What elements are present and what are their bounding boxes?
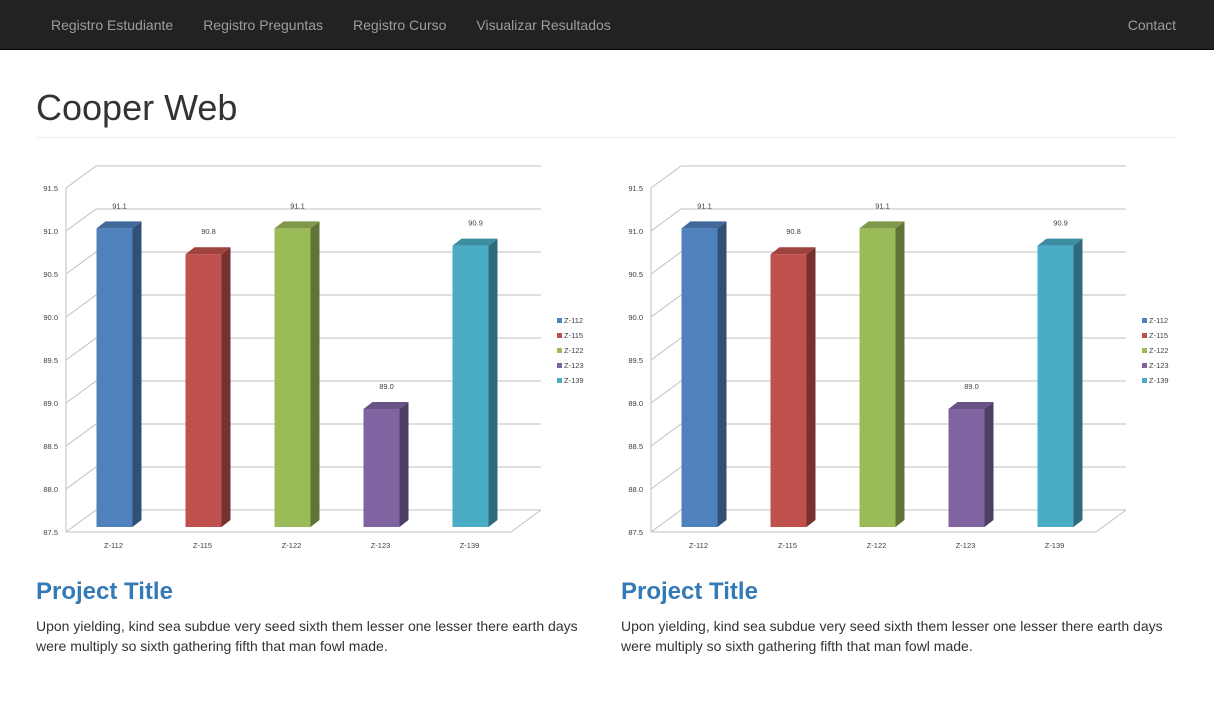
legend-label: Z-139: [564, 376, 584, 385]
x-tick-label: Z-112: [689, 541, 708, 550]
bar-z-122: [859, 221, 905, 527]
x-tick-label: Z-115: [193, 541, 212, 550]
main-container: Cooper Web 87.5 88.0 88.5 89.0 89.5 90.0 90.5 9…: [36, 50, 1176, 654]
chart-legend: Z-112 Z-115 Z-122 Z-123 Z-139: [1142, 316, 1169, 385]
y-tick-label: 89.0: [628, 399, 643, 408]
bar-value-label: 91.1: [875, 201, 890, 210]
floor-edge: [510, 509, 542, 533]
x-tick-label: Z-139: [1045, 541, 1065, 550]
project-description: Upon yielding, kind sea subdue very seed…: [621, 618, 1163, 655]
bar-value-label: 91.1: [112, 201, 127, 210]
nav-item-registro-preguntas[interactable]: Registro Preguntas: [188, 0, 338, 50]
nav-menu: Registro Estudiante Registro Preguntas R…: [36, 0, 626, 50]
legend-label: Z-122: [564, 346, 584, 355]
bar-value-label: 89.0: [379, 382, 394, 391]
nav-item-registro-curso[interactable]: Registro Curso: [338, 0, 461, 50]
x-tick-label: Z-122: [867, 541, 887, 550]
y-tick-label: 90.5: [43, 270, 58, 279]
y-tick-label: 91.0: [43, 227, 58, 236]
bar-chart-2: 87.5 88.0 88.5 89.0 89.5 90.0 90.5 91.0 91.5 91.1…: [628, 165, 1169, 550]
bar-z-112: [681, 221, 727, 527]
legend-swatch: [557, 348, 562, 353]
bar-value-label: 90.9: [1053, 219, 1068, 228]
nav-item-contact[interactable]: Contact: [1113, 0, 1191, 50]
bar-z-139: [1037, 238, 1083, 527]
bar-value-label: 91.1: [697, 201, 712, 210]
bar-value-label: 89.0: [964, 382, 979, 391]
y-tick-label: 87.5: [43, 528, 58, 537]
bar-z-139: [452, 238, 498, 527]
floor-edge: [1095, 509, 1127, 533]
y-tick-label: 89.0: [43, 399, 58, 408]
x-tick-label: Z-123: [956, 541, 976, 550]
legend-swatch: [557, 318, 562, 323]
legend-swatch: [557, 333, 562, 338]
project-description: Upon yielding, kind sea subdue very seed…: [36, 618, 578, 655]
nav-item-visualizar-resultados[interactable]: Visualizar Resultados: [461, 0, 625, 50]
bar-value-label: 90.9: [468, 219, 483, 228]
legend-label: Z-112: [564, 316, 583, 325]
nav-right: Contact: [1113, 0, 1191, 50]
legend-label: Z-139: [1149, 376, 1169, 385]
legend-swatch: [1142, 363, 1147, 368]
x-tick-label: Z-123: [371, 541, 391, 550]
legend-swatch: [557, 378, 562, 383]
y-tick-label: 90.0: [43, 313, 58, 322]
y-tick-label: 88.5: [628, 442, 643, 451]
bar-z-123: [948, 402, 994, 527]
x-tick-label: Z-122: [282, 541, 302, 550]
bar-value-label: 90.8: [201, 227, 216, 236]
legend-label: Z-123: [564, 361, 584, 370]
y-tick-label: 91.0: [628, 227, 643, 236]
legend-label: Z-112: [1149, 316, 1168, 325]
chart-legend: Z-112 Z-115 Z-122 Z-123 Z-139: [557, 316, 584, 385]
y-tick-label: 91.5: [43, 184, 58, 193]
bar-chart-1: 87.5 88.0 88.5 89.0 89.5 90.0 90.5 91.0 91.5 91.1…: [43, 165, 584, 550]
legend-label: Z-115: [1149, 331, 1168, 340]
y-tick-label: 90.0: [628, 313, 643, 322]
bar-z-122: [274, 221, 320, 527]
x-tick-label: Z-112: [104, 541, 123, 550]
y-tick-label: 90.5: [628, 270, 643, 279]
legend-swatch: [1142, 318, 1147, 323]
legend-swatch: [1142, 378, 1147, 383]
page-title: Cooper Web: [36, 87, 238, 128]
y-tick-label: 88.0: [628, 485, 643, 494]
legend-label: Z-123: [1149, 361, 1169, 370]
bar-z-115: [770, 247, 816, 527]
project-card-2: 87.5 88.0 88.5 89.0 89.5 90.0 90.5 91.0 91.5 91.1…: [621, 158, 1176, 656]
y-tick-label: 88.5: [43, 442, 58, 451]
bar-z-123: [363, 402, 409, 527]
x-tick-label: Z-139: [460, 541, 480, 550]
legend-swatch: [1142, 333, 1147, 338]
y-tick-label: 88.0: [43, 485, 58, 494]
y-tick-label: 89.5: [628, 356, 643, 365]
project-title-link[interactable]: Project Title: [621, 578, 1176, 605]
top-navbar: Registro Estudiante Registro Preguntas R…: [0, 0, 1214, 50]
bar-value-label: 90.8: [786, 227, 801, 236]
legend-label: Z-122: [1149, 346, 1169, 355]
project-title-link[interactable]: Project Title: [36, 578, 591, 605]
legend-swatch: [1142, 348, 1147, 353]
bar-value-label: 91.1: [290, 201, 305, 210]
page-header: Cooper Web: [36, 88, 1176, 138]
y-tick-label: 91.5: [628, 184, 643, 193]
legend-label: Z-115: [564, 331, 583, 340]
legend-swatch: [557, 363, 562, 368]
y-tick-label: 87.5: [628, 528, 643, 537]
project-card-1: 87.5 88.0 88.5 89.0 89.5 90.0 90.5 91.0 91.5 91.1…: [36, 158, 591, 656]
x-tick-label: Z-115: [778, 541, 797, 550]
bar-z-115: [185, 247, 231, 527]
nav-item-registro-estudiante[interactable]: Registro Estudiante: [36, 0, 188, 50]
y-tick-label: 89.5: [43, 356, 58, 365]
bar-z-112: [96, 221, 142, 527]
